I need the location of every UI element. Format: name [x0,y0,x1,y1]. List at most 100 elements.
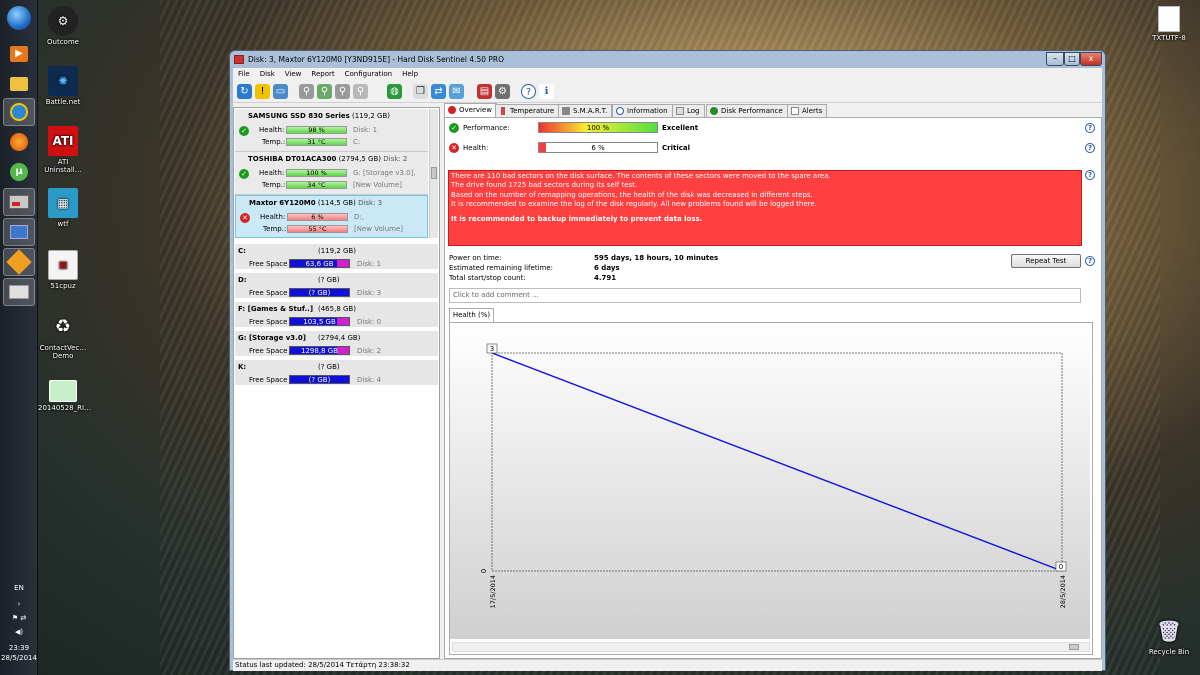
acoustic-icon[interactable]: ⚲ [353,84,368,99]
disk-info-icon[interactable]: ⚲ [317,84,332,99]
health-warning-box: There are 110 bad sectors on the disk su… [448,170,1082,246]
partition-disk: Disk: 4 [357,376,382,384]
partition-disk: Disk: 2 [357,347,382,355]
partition-entry[interactable]: D: (? GB) Free Space (? GB) Disk: 3 [235,273,438,300]
close-button[interactable]: x [1080,52,1102,66]
disk-size: (119,2 GB) [352,112,390,120]
clock-time[interactable]: 23:39 [0,644,38,653]
repeat-test-button[interactable]: Repeat Test [1011,254,1081,268]
window-titlebar[interactable]: Disk: 3, Maxtor 6Y120M0 [Y3ND915E] - Har… [230,51,1105,68]
help-icon[interactable]: ? [1085,170,1095,180]
clock-date[interactable]: 28/5/2014 [0,654,38,663]
report-icon[interactable]: ▭ [273,84,288,99]
overview-panel: ✓ Performance: 100 % Excellent ? ✕ Healt… [444,117,1102,659]
disk-list-scrollbar[interactable] [429,109,438,238]
log-icon [676,107,684,115]
desktop-icon-battlenet[interactable]: ✺ Battle.net [40,66,86,106]
maximize-button[interactable]: □ [1064,52,1080,66]
media-player-icon[interactable]: ▶ [3,40,35,68]
desktop-icon-label: wtf [57,220,69,228]
help-icon[interactable]: ? [1085,143,1095,153]
desktop-icon-outcome[interactable]: ⚙ Outcome [40,6,86,46]
language-indicator[interactable]: EN [0,584,38,593]
x-tick-label: 17/5/2014 [489,575,497,608]
free-space-label: Free Space [249,376,288,384]
help-icon[interactable]: ? [1085,123,1095,133]
menu-view[interactable]: View [280,68,307,81]
refresh-icon[interactable]: ↻ [237,84,252,99]
temp-bar: 55 °C [287,225,348,233]
toolbar: ↻ ! ▭ ⚲ ⚲ ⚲ ⚲ ◍ ❐ ⇄ ✉ ▤ ⚙ ? ℹ [233,81,1102,103]
tab-log[interactable]: Log [672,104,705,117]
tray-flag-icon[interactable]: ⚑ ⇄ [0,614,38,623]
ie-icon[interactable] [3,98,35,126]
copy-icon[interactable]: ❐ [413,84,428,99]
power-on-label: Power on time: [449,254,502,262]
desktop-icon-image-file[interactable]: 20140528_RI… [38,380,91,412]
utorrent-icon[interactable]: µ [3,158,35,186]
globe-icon[interactable]: ◍ [387,84,402,99]
warning-icon[interactable]: ! [255,84,270,99]
firefox-icon[interactable] [3,128,35,156]
menu-help[interactable]: Help [397,68,423,81]
start-button[interactable] [3,4,35,32]
disk-entry[interactable]: TOSHIBA DT01ACA300 (2794,5 GB) Disk: 2 ✓… [235,152,428,195]
health-label: Health: [260,213,286,221]
tab-smart[interactable]: S.M.A.R.T. [558,104,613,117]
tool-icon[interactable] [3,248,35,276]
stats-icon[interactable]: ▤ [477,84,492,99]
desktop-icon-txtutf8[interactable]: TXTUTF-8 [1145,6,1193,42]
menu-report[interactable]: Report [306,68,339,81]
disk-entry-selected[interactable]: Maxtor 6Y120M0 (114,5 GB) Disk: 3 ✕ Heal… [235,195,428,238]
tab-overview[interactable]: Overview [444,103,497,117]
disk-name: SAMSUNG SSD 830 Series [248,112,350,120]
desktop-icon-51cpuz[interactable]: ≡ 51cpuz [40,250,86,290]
tab-alerts[interactable]: Alerts [787,104,828,117]
tab-information[interactable]: Information [612,104,673,117]
desktop-icon-ati[interactable]: ATI ATI Uninstall… [40,126,86,174]
health-bar-fill [539,143,547,152]
text-file-icon [1158,6,1180,32]
disk-list-panel: SAMSUNG SSD 830 Series (119,2 GB) ✓ Heal… [233,107,440,659]
lifetime-value: 6 days [594,264,620,272]
partition-size: (119,2 GB) [318,247,356,255]
minimize-button[interactable]: – [1046,52,1064,66]
partition-size: (465,8 GB) [318,305,356,313]
desktop-icon-recycle-bin[interactable]: 🗑 Recycle Bin [1145,616,1193,656]
partition-entry[interactable]: G: [Storage v3.0] (2794,4 GB) Free Space… [235,331,438,358]
remote-desktop-icon[interactable] [3,218,35,246]
menu-disk[interactable]: Disk [255,68,280,81]
hard-disk-sentinel-icon[interactable] [3,188,35,216]
menu-configuration[interactable]: Configuration [340,68,397,81]
partition-entry[interactable]: C: (119,2 GB) Free Space 63,6 GB Disk: 1 [235,244,438,271]
disk-name: TOSHIBA DT01ACA300 [248,155,337,163]
ati-icon: ATI [48,126,78,156]
desktop-icon-contactvec[interactable]: ♻ ContactVec… Demo [38,312,88,361]
comment-input[interactable]: Click to add comment ... [449,288,1081,303]
disk-entry[interactable]: SAMSUNG SSD 830 Series (119,2 GB) ✓ Heal… [235,109,428,152]
menu-file[interactable]: File [233,68,255,81]
chart-background [450,323,1090,639]
surface-test-icon[interactable]: ⚲ [335,84,350,99]
info-icon[interactable]: ℹ [539,84,554,99]
disk-test-icon[interactable]: ⚲ [299,84,314,99]
volume-icon[interactable]: ◀) [0,628,38,637]
settings-icon[interactable]: ⚙ [495,84,510,99]
sync-icon[interactable]: ⇄ [431,84,446,99]
disk-volume-letters: C: [353,138,361,146]
explorer-icon[interactable] [3,70,35,98]
tray-chevron-icon[interactable]: › [0,600,38,609]
partition-entry[interactable]: F: [Games & Stuf..] (465,8 GB) Free Spac… [235,302,438,329]
tab-health-chart[interactable]: Health (%) [449,308,494,322]
desktop-icon-wtf[interactable]: ▦ wtf [40,188,86,228]
photo-viewer-icon[interactable] [3,278,35,306]
help-icon[interactable]: ? [521,84,536,99]
disk-name: Maxtor 6Y120M0 [249,199,316,207]
chat-icon[interactable]: ✉ [449,84,464,99]
tab-temperature[interactable]: Temperature [495,104,560,117]
status-ok-icon: ✓ [239,126,249,136]
tab-disk-performance[interactable]: Disk Performance [706,104,788,117]
partition-entry[interactable]: K: (? GB) Free Space (? GB) Disk: 4 [235,360,438,387]
help-icon[interactable]: ? [1085,256,1095,266]
chart-scrollbar[interactable] [452,642,1090,652]
